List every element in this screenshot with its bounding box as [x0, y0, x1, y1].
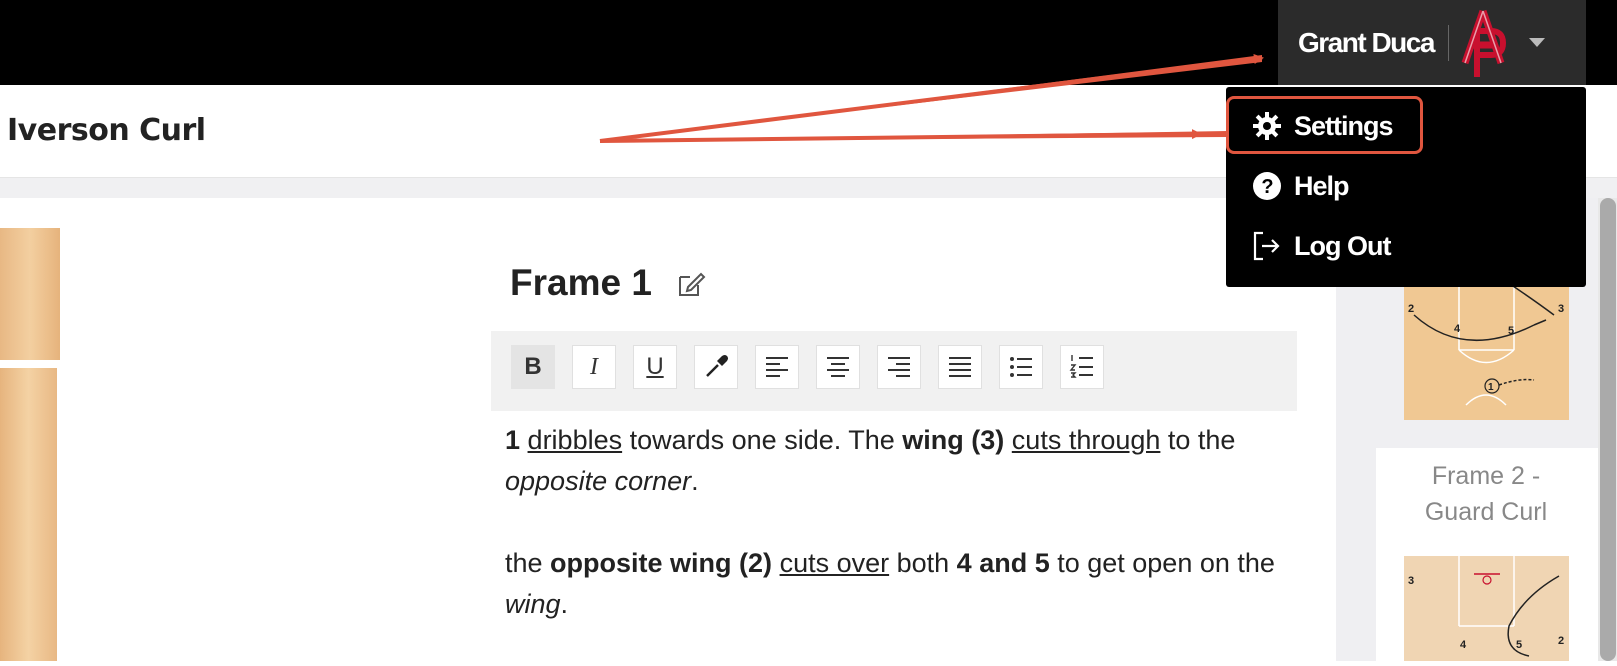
align-right-icon: [888, 357, 910, 377]
user-name: Grant Duca: [1298, 26, 1435, 58]
align-left-button[interactable]: [755, 345, 799, 389]
align-left-icon: [766, 357, 788, 377]
logout-icon: [1250, 229, 1284, 263]
edit-icon[interactable]: [675, 268, 707, 300]
thumb1-player-4: 4: [1454, 323, 1461, 335]
numbered-list-button[interactable]: [1060, 345, 1104, 389]
court-image-main: [0, 368, 57, 661]
thumb1-player-1: 1: [1488, 382, 1494, 393]
caret-down-icon[interactable]: [1528, 38, 1545, 47]
bullet-list-icon: [1010, 357, 1032, 377]
justify-button[interactable]: [938, 345, 982, 389]
menu-item-help-label: Help: [1294, 170, 1350, 201]
user-menu-trigger[interactable]: Grant Duca: [1278, 0, 1586, 85]
bold-button[interactable]: B: [511, 345, 555, 389]
editor-toolbar: B I U: [491, 331, 1297, 411]
notes-paragraph-2: the opposite wing (2) cuts over both 4 a…: [505, 548, 1275, 619]
justify-icon: [949, 357, 971, 377]
italic-button[interactable]: I: [572, 345, 616, 389]
frame-2-label[interactable]: Frame 2 - Guard Curl: [1376, 458, 1596, 530]
numbered-list-icon: [1069, 355, 1093, 378]
menu-item-log-out-label: Log Out: [1294, 230, 1391, 261]
bullet-list-button[interactable]: [999, 345, 1043, 389]
svg-text:?: ?: [1261, 176, 1273, 198]
color-picker-button[interactable]: [694, 345, 738, 389]
user-separator: [1447, 24, 1449, 61]
thumb2-player-3: 3: [1408, 575, 1414, 587]
question-circle-icon: ?: [1250, 169, 1284, 203]
play-title: Iverson Curl: [7, 113, 206, 148]
settings-highlight-box: [1226, 96, 1423, 154]
frame-1-thumbnail[interactable]: 2 4 5 3 1: [1404, 280, 1569, 420]
menu-item-log-out[interactable]: Log Out: [1250, 226, 1391, 266]
frame-2-thumbnail[interactable]: 3 4 5 2: [1404, 556, 1569, 661]
sidebar-scrollbar-thumb[interactable]: [1600, 198, 1616, 661]
thumb2-player-2: 2: [1558, 635, 1564, 647]
frame-heading: Frame 1: [510, 262, 652, 303]
underline-button[interactable]: U: [633, 345, 677, 389]
align-right-button[interactable]: [877, 345, 921, 389]
thumb2-player-5: 5: [1516, 639, 1522, 651]
align-center-icon: [827, 357, 849, 377]
court-image-top: [0, 228, 60, 360]
thumb1-player-3: 3: [1558, 303, 1564, 315]
frame-notes-text[interactable]: 1 dribbles towards one side. The wing (3…: [505, 420, 1285, 666]
thumb2-player-4: 4: [1460, 639, 1467, 651]
align-center-button[interactable]: [816, 345, 860, 389]
menu-item-help[interactable]: ? Help: [1250, 166, 1350, 206]
thumb1-player-2: 2: [1408, 303, 1414, 315]
notes-paragraph-1: 1 dribbles towards one side. The wing (3…: [505, 425, 1236, 496]
thumb1-player-5: 5: [1508, 325, 1514, 337]
eyedropper-icon: [706, 355, 728, 377]
ap-monogram-logo: [1461, 9, 1506, 77]
